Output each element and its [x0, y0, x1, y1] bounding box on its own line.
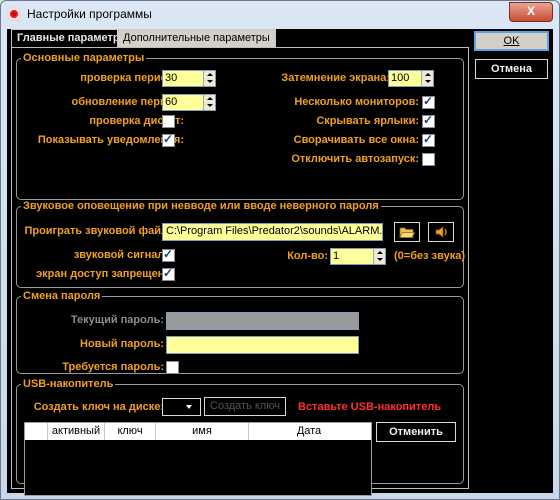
count-label: Кол-во: [287, 250, 328, 262]
minimize-windows-label: Сворачивать все окна: [293, 134, 419, 146]
browse-file-button[interactable] [394, 222, 420, 242]
title-bar[interactable]: Настройки программы X [1, 1, 559, 27]
col-select[interactable] [25, 423, 48, 440]
multi-monitors-checkbox[interactable] [422, 94, 435, 109]
col-active[interactable]: активный [48, 423, 105, 440]
check-period-arrows[interactable] [203, 71, 215, 86]
app-icon [7, 7, 21, 21]
usb-drive-legend: USB-накопитель [23, 378, 114, 390]
close-button[interactable]: X [509, 2, 553, 22]
count-arrows[interactable] [373, 249, 385, 264]
tab-extra-params[interactable]: Дополнительные параметры [117, 29, 276, 47]
client-area: Главные параметры Дополнительные парамет… [7, 29, 553, 496]
col-date[interactable]: Дата [249, 423, 369, 440]
beep-label: звуковой сигнал: [73, 249, 168, 261]
settings-window: Настройки программы X Главные параметры … [0, 0, 560, 500]
play-sound-file-label: Проиграть звуковой файл [24, 225, 168, 237]
ok-label: OK [503, 35, 520, 47]
show-notifications-checkbox[interactable] [162, 132, 175, 147]
insert-usb-message: Вставьте USB-накопитель [298, 401, 442, 413]
screen-dim-label: Затемнение экрана: [281, 72, 390, 84]
disable-autorun-checkbox[interactable] [422, 153, 435, 166]
minimize-windows-checkbox[interactable] [422, 132, 435, 147]
new-password-field[interactable] [166, 336, 359, 354]
password-required-checkbox[interactable] [166, 361, 179, 374]
col-name[interactable]: имя [156, 423, 249, 440]
update-period-value: 60 [165, 96, 178, 108]
play-sound-button[interactable] [428, 222, 454, 242]
count-spinner[interactable]: 1 [330, 248, 386, 265]
screen-dim-spinner[interactable]: 100 [388, 70, 434, 87]
sound-alert-legend: Звуковое оповещение при невводе или ввод… [23, 200, 379, 212]
update-period-arrows[interactable] [203, 95, 215, 110]
speaker-icon [435, 226, 447, 238]
multi-monitors-label: Несколько мониторов: [294, 96, 419, 108]
access-denied-checkbox[interactable] [162, 266, 175, 281]
update-period-spinner[interactable]: 60 [162, 94, 216, 111]
sound-file-path-field[interactable]: C:\Program Files\Predator2\sounds\ALARM.… [162, 223, 383, 241]
drive-select[interactable] [162, 398, 201, 416]
count-value: 1 [333, 250, 340, 262]
password-required-label: Требуется пароль: [62, 361, 164, 373]
hide-shortcuts-checkbox[interactable] [422, 113, 435, 128]
check-period-value: 30 [165, 72, 178, 84]
screen-dim-value: 100 [391, 72, 410, 84]
folder-open-icon [399, 227, 416, 238]
col-key[interactable]: ключ [105, 423, 156, 440]
new-password-label: Новый пароль: [80, 338, 164, 350]
create-key-label: Создать ключ на диске: [33, 401, 164, 413]
floppy-check-checkbox[interactable] [162, 115, 175, 128]
hide-shortcuts-label: Скрывать ярлыки: [316, 115, 419, 127]
cancel-key-button[interactable]: Отменить [376, 422, 456, 442]
access-denied-label: экран доступ запрещен: [36, 268, 168, 280]
count-hint: (0=без звука) [394, 250, 466, 262]
ok-button[interactable]: OK [474, 31, 549, 51]
window-title: Настройки программы [27, 7, 152, 21]
current-password-label: Текущий пароль: [70, 314, 164, 326]
create-key-button[interactable]: Создать ключ [204, 397, 286, 416]
password-change-legend: Смена пароля [23, 290, 101, 302]
usb-keys-table: активный ключ имя Дата [24, 422, 372, 496]
basic-params-legend: Основные параметры [23, 52, 145, 64]
current-password-field[interactable] [166, 312, 359, 330]
cancel-button[interactable]: Отмена [475, 59, 548, 79]
disable-autorun-label: Отключить автозапуск: [291, 153, 419, 165]
chevron-down-icon [186, 405, 192, 409]
check-period-spinner[interactable]: 30 [162, 70, 216, 87]
beep-checkbox[interactable] [162, 247, 175, 262]
table-header: активный ключ имя Дата [25, 423, 371, 440]
main-params-panel: Основные параметры проверка периода: 30 … [11, 47, 469, 496]
screen-dim-arrows[interactable] [421, 71, 433, 86]
